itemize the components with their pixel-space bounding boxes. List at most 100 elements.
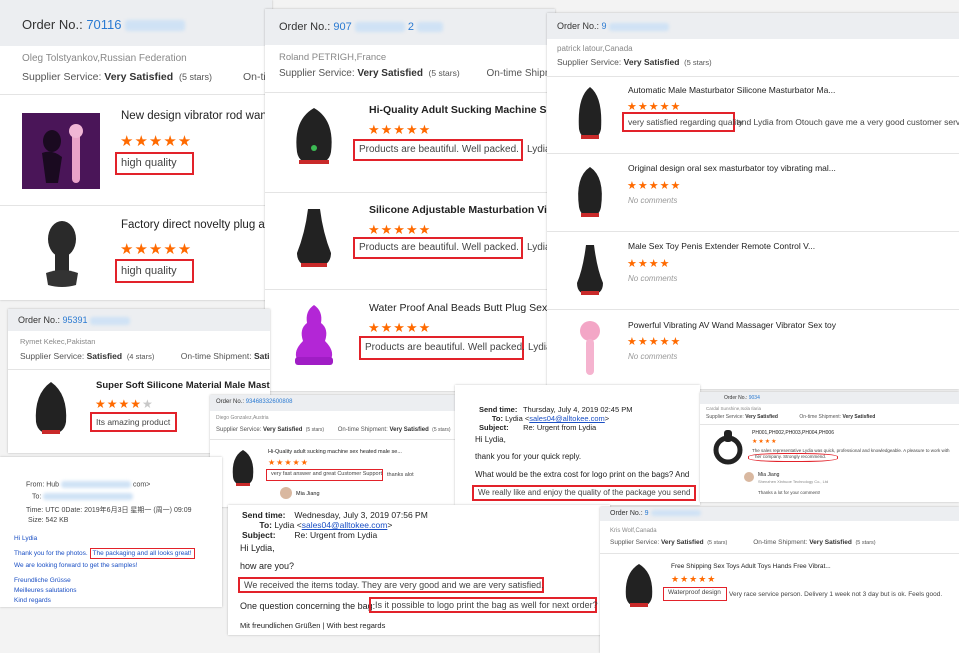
review-text: Products are beautiful. Well packed. (353, 237, 523, 259)
rating-stars: ★★★★★ (368, 222, 432, 237)
order-number[interactable]: 9034 (749, 395, 760, 401)
supplier-service: Supplier Service: Very Satisfied (5 star… (557, 57, 712, 67)
product-thumbnail[interactable] (559, 239, 621, 301)
buyer-name: Cardal Sunshine,Isola Ilaria (706, 406, 762, 411)
order-number[interactable]: 9 (602, 21, 607, 31)
supplier-service: Supplier Service: Very Satisfied (5 star… (279, 68, 555, 79)
highlight-text: We really like and enjoy the quality of … (472, 485, 696, 501)
review-text: Waterproof design (663, 587, 727, 601)
review-card-roland: Order No.: 907 2 Roland PETRIGH,France S… (265, 9, 555, 391)
product-thumbnail[interactable] (614, 561, 664, 611)
buyer-name: Diego Gonzalez,Austria (216, 415, 269, 421)
product-title[interactable]: Silicone Adjustable Masturbation Vil (369, 204, 550, 216)
review-card-cardal: Order No.: 9034 Cardal Sunshine,Isola Il… (700, 392, 959, 502)
product-title[interactable]: Free Shipping Sex Toys Adult Toys Hands … (671, 563, 831, 570)
product-thumbnail[interactable] (708, 428, 748, 468)
review-text: Products are beautiful. Well packed. (359, 336, 525, 360)
reply-name: Mia Jiang (758, 472, 780, 478)
buyer-name: Rymet Kekec,Pakistan (20, 337, 96, 346)
product-thumbnail[interactable] (279, 203, 349, 273)
supplier-service: Supplier Service: Very Satisfied On-time… (706, 414, 876, 420)
product-thumbnail[interactable] (559, 161, 621, 223)
review-text: high quality (115, 152, 194, 175)
highlight-text: We received the items today. They are ve… (238, 577, 544, 593)
supplier-service: Supplier Service: Satisfied (4 stars) On… (20, 351, 270, 361)
blurred-text (125, 20, 186, 32)
review-text: very satisfied regarding quality (622, 112, 743, 132)
email-greeting: Hi Lydia (14, 535, 38, 542)
rating-stars: ★★★★★ (671, 574, 717, 584)
product-title[interactable]: New design vibrator rod wand s (121, 110, 272, 122)
product-title[interactable]: Automatic Male Masturbator Silicone Mast… (628, 85, 835, 95)
review-text: high quality (115, 259, 194, 283)
order-header: Order No.: 9 (600, 507, 959, 521)
supplier-service: Supplier Service: Very Satisfied (5 star… (22, 71, 272, 83)
product-title[interactable]: Water Proof Anal Beads Butt Plug Sex Toy (369, 302, 555, 314)
order-number[interactable]: 907 (333, 21, 351, 33)
order-label: Order No.: (18, 315, 61, 325)
product-title[interactable]: PH001,PH002,PH003,PH004,PH006 (752, 430, 834, 436)
order-label: Order No.: (610, 510, 643, 517)
order-header: Order No.: 93468332600808 (210, 395, 455, 411)
product-title[interactable]: Super Soft Silicone Material Male Mastur… (96, 380, 270, 391)
rating-stars: ★★★★★ (268, 458, 309, 467)
review-card-kris: Order No.: 9 Kris Wolf,Canada Supplier S… (600, 507, 959, 653)
order-header: Order No.: 95391 (8, 309, 270, 331)
product-thumbnail[interactable] (279, 102, 349, 172)
highlight-text: Is it possible to logo print the bag as … (369, 597, 598, 613)
order-header: Order No.: 70116 (0, 0, 272, 46)
product-title[interactable]: Powerful Vibrating AV Wand Massager Vibr… (628, 320, 836, 330)
rating-stars: ★★★★★ (95, 397, 154, 411)
rating-stars: ★★★★★ (120, 241, 193, 258)
product-thumbnail[interactable] (22, 113, 100, 189)
review-card-diego: Order No.: 93468332600808 Diego Gonzalez… (210, 395, 455, 507)
order-header: Order No.: 9 (547, 13, 959, 39)
product-thumbnail[interactable] (279, 301, 349, 371)
product-title[interactable]: Hi-Quality Adult Sucking Machine Sex He (369, 104, 555, 116)
highlight-text: her company. Strongly recommend. (748, 453, 838, 462)
email-card-hub: From: Hub com> To: Time: UTC 0Date: 2019… (0, 457, 222, 607)
no-comments: No comments (628, 352, 678, 361)
rating-stars: ★★★★★ (627, 336, 682, 348)
rating-stars: ★★★★★ (120, 133, 193, 150)
order-number[interactable]: 93468332600808 (246, 399, 293, 405)
product-thumbnail[interactable] (559, 317, 621, 379)
review-card-oleg: Order No.: 70116 Oleg Tolstyankov,Russia… (0, 0, 272, 300)
rating-stars: ★★★★ (752, 439, 778, 445)
product-title[interactable]: Male Sex Toy Penis Extender Remote Contr… (628, 241, 815, 251)
product-thumbnail[interactable] (559, 83, 621, 145)
avatar (280, 487, 292, 499)
no-comments: No comments (628, 196, 678, 205)
rating-stars: ★★★★★ (368, 320, 432, 335)
highlight-text: The packaging and all looks great! (89, 548, 195, 559)
order-label: Order No.: (216, 399, 245, 405)
buyer-name: Roland PETRIGH,France (279, 52, 387, 63)
buyer-name: Oleg Tolstyankov,Russian Federation (22, 53, 187, 64)
order-header: Order No.: 9034 (700, 392, 959, 404)
product-thumbnail[interactable] (20, 378, 82, 440)
avatar (744, 472, 754, 482)
supplier-service: Supplier Service: Very Satisfied (5 star… (216, 427, 451, 433)
order-number[interactable]: 70116 (86, 17, 121, 32)
product-thumbnail[interactable] (22, 217, 100, 293)
rating-stars: ★★★★ (627, 258, 671, 270)
email-card-july4: Send time: Thursday, July 4, 2019 02:45 … (455, 385, 700, 505)
email-link[interactable]: sales04@alltokee.com (529, 414, 605, 423)
email-link[interactable]: sales04@alltokee.com (302, 520, 388, 530)
product-title[interactable]: Hi-Quality adult sucking machine sex hea… (268, 449, 402, 455)
product-title[interactable]: Factory direct novelty plug ana (121, 219, 272, 231)
review-text: Its amazing product (90, 412, 177, 432)
rating-stars: ★★★★★ (368, 122, 432, 137)
buyer-name: Kris Wolf,Canada (610, 528, 657, 534)
review-text: very fast answer and great Customer Supp… (266, 469, 383, 481)
email-card-july3: Send time: Wednesday, July 3, 2019 07:56… (228, 505, 610, 635)
rating-stars: ★★★★★ (627, 180, 682, 192)
order-label: Order No.: (724, 395, 748, 401)
product-thumbnail[interactable] (222, 447, 264, 489)
reply-name: Mia Jiang (296, 491, 320, 497)
order-number[interactable]: 95391 (63, 315, 88, 325)
order-label: Order No.: (22, 17, 83, 32)
product-title[interactable]: Original design oral sex masturbator toy… (628, 163, 836, 173)
order-number[interactable]: 9 (645, 510, 649, 517)
order-header: Order No.: 907 2 (265, 9, 555, 45)
